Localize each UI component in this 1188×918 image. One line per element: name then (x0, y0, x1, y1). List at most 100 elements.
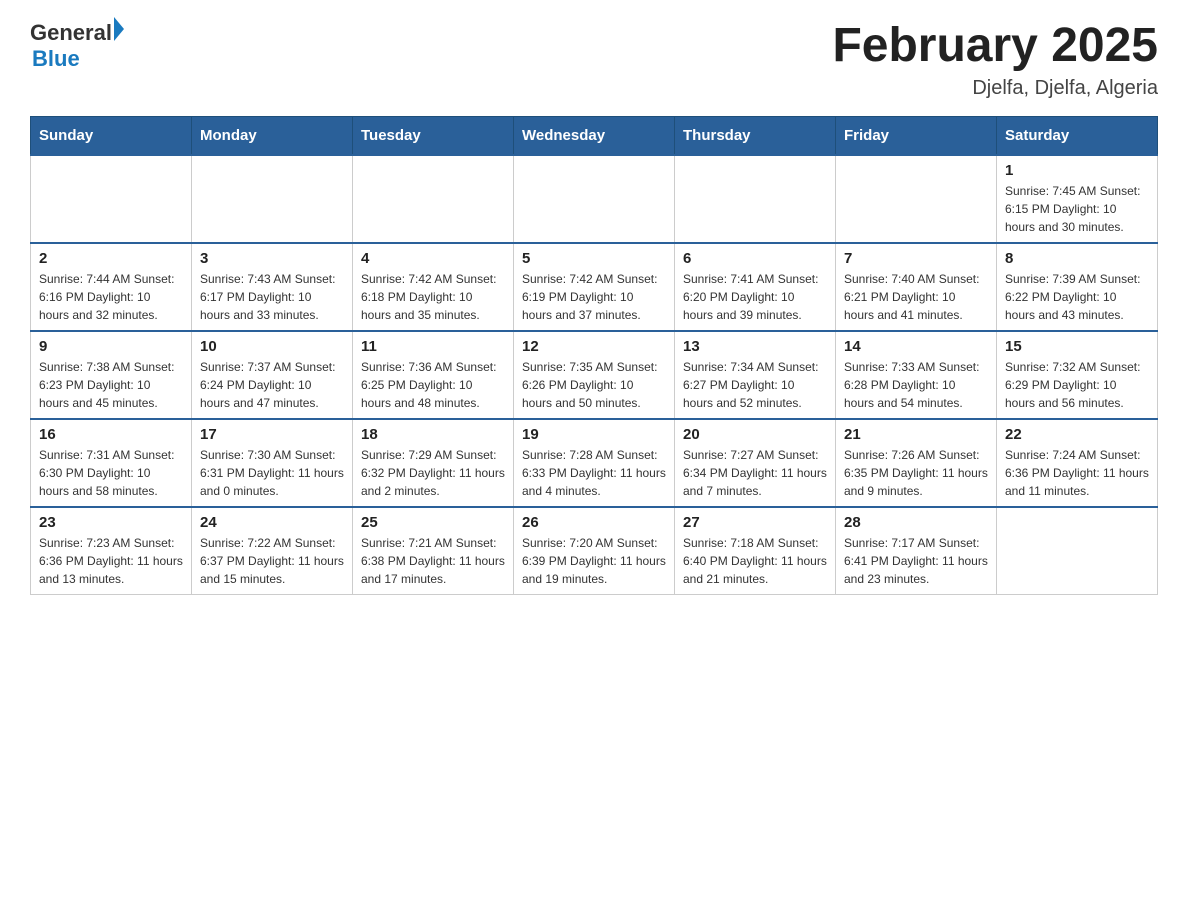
logo-general-text: General (30, 20, 112, 46)
logo-arrow-icon (114, 17, 124, 41)
calendar-cell (353, 155, 514, 243)
day-info: Sunrise: 7:34 AM Sunset: 6:27 PM Dayligh… (683, 358, 827, 412)
page-header: General Blue February 2025 Djelfa, Djelf… (30, 20, 1158, 100)
day-number: 19 (522, 426, 666, 443)
day-number: 14 (844, 338, 988, 355)
day-number: 15 (1005, 338, 1149, 355)
day-number: 26 (522, 514, 666, 531)
day-info: Sunrise: 7:40 AM Sunset: 6:21 PM Dayligh… (844, 270, 988, 324)
day-info: Sunrise: 7:38 AM Sunset: 6:23 PM Dayligh… (39, 358, 183, 412)
logo-blue-text: Blue (32, 46, 124, 72)
day-number: 18 (361, 426, 505, 443)
calendar-cell: 2 Sunrise: 7:44 AM Sunset: 6:16 PM Daylig… (31, 243, 192, 331)
day-info: Sunrise: 7:41 AM Sunset: 6:20 PM Dayligh… (683, 270, 827, 324)
calendar-cell: 19 Sunrise: 7:28 AM Sunset: 6:33 PM Dayli… (514, 419, 675, 507)
day-info: Sunrise: 7:35 AM Sunset: 6:26 PM Dayligh… (522, 358, 666, 412)
day-number: 25 (361, 514, 505, 531)
day-info: Sunrise: 7:36 AM Sunset: 6:25 PM Dayligh… (361, 358, 505, 412)
day-info: Sunrise: 7:20 AM Sunset: 6:39 PM Dayligh… (522, 534, 666, 588)
day-info: Sunrise: 7:29 AM Sunset: 6:32 PM Dayligh… (361, 446, 505, 500)
calendar-cell: 9 Sunrise: 7:38 AM Sunset: 6:23 PM Daylig… (31, 331, 192, 419)
calendar-cell (192, 155, 353, 243)
day-number: 21 (844, 426, 988, 443)
day-number: 8 (1005, 250, 1149, 267)
day-number: 24 (200, 514, 344, 531)
day-info: Sunrise: 7:28 AM Sunset: 6:33 PM Dayligh… (522, 446, 666, 500)
day-info: Sunrise: 7:30 AM Sunset: 6:31 PM Dayligh… (200, 446, 344, 500)
calendar-day-header: Sunday (31, 116, 192, 155)
calendar-day-header: Friday (836, 116, 997, 155)
calendar-cell: 1 Sunrise: 7:45 AM Sunset: 6:15 PM Daylig… (997, 155, 1158, 243)
calendar-cell: 21Sunrise: 7:26 AM Sunset: 6:35 PM Dayli… (836, 419, 997, 507)
calendar-day-header: Tuesday (353, 116, 514, 155)
day-info: Sunrise: 7:43 AM Sunset: 6:17 PM Dayligh… (200, 270, 344, 324)
day-number: 2 (39, 250, 183, 267)
calendar-cell: 23 Sunrise: 7:23 AM Sunset: 6:36 PM Dayli… (31, 507, 192, 595)
day-number: 6 (683, 250, 827, 267)
day-info: Sunrise: 7:23 AM Sunset: 6:36 PM Dayligh… (39, 534, 183, 588)
calendar-week-row: 2 Sunrise: 7:44 AM Sunset: 6:16 PM Daylig… (31, 243, 1158, 331)
day-info: Sunrise: 7:42 AM Sunset: 6:18 PM Dayligh… (361, 270, 505, 324)
calendar-cell: 28 Sunrise: 7:17 AM Sunset: 6:41 PM Dayli… (836, 507, 997, 595)
day-number: 10 (200, 338, 344, 355)
calendar-cell (836, 155, 997, 243)
day-number: 13 (683, 338, 827, 355)
calendar-day-header: Wednesday (514, 116, 675, 155)
day-info: Sunrise: 7:33 AM Sunset: 6:28 PM Dayligh… (844, 358, 988, 412)
calendar-cell: 3Sunrise: 7:43 AM Sunset: 6:17 PM Daylig… (192, 243, 353, 331)
calendar-week-row: 16Sunrise: 7:31 AM Sunset: 6:30 PM Dayli… (31, 419, 1158, 507)
day-info: Sunrise: 7:44 AM Sunset: 6:16 PM Dayligh… (39, 270, 183, 324)
calendar-cell: 25 Sunrise: 7:21 AM Sunset: 6:38 PM Dayli… (353, 507, 514, 595)
calendar-cell: 18 Sunrise: 7:29 AM Sunset: 6:32 PM Dayli… (353, 419, 514, 507)
day-info: Sunrise: 7:17 AM Sunset: 6:41 PM Dayligh… (844, 534, 988, 588)
calendar-cell: 5 Sunrise: 7:42 AM Sunset: 6:19 PM Daylig… (514, 243, 675, 331)
day-number: 5 (522, 250, 666, 267)
calendar-week-row: 9 Sunrise: 7:38 AM Sunset: 6:23 PM Daylig… (31, 331, 1158, 419)
day-info: Sunrise: 7:42 AM Sunset: 6:19 PM Dayligh… (522, 270, 666, 324)
calendar-cell: 26 Sunrise: 7:20 AM Sunset: 6:39 PM Dayli… (514, 507, 675, 595)
calendar-cell (675, 155, 836, 243)
day-info: Sunrise: 7:22 AM Sunset: 6:37 PM Dayligh… (200, 534, 344, 588)
title-block: February 2025 Djelfa, Djelfa, Algeria (832, 20, 1158, 100)
day-number: 4 (361, 250, 505, 267)
day-info: Sunrise: 7:24 AM Sunset: 6:36 PM Dayligh… (1005, 446, 1149, 500)
day-info: Sunrise: 7:45 AM Sunset: 6:15 PM Dayligh… (1005, 182, 1149, 236)
day-number: 7 (844, 250, 988, 267)
day-info: Sunrise: 7:32 AM Sunset: 6:29 PM Dayligh… (1005, 358, 1149, 412)
calendar-cell (997, 507, 1158, 595)
day-number: 22 (1005, 426, 1149, 443)
day-number: 12 (522, 338, 666, 355)
calendar-cell: 20 Sunrise: 7:27 AM Sunset: 6:34 PM Dayli… (675, 419, 836, 507)
day-info: Sunrise: 7:18 AM Sunset: 6:40 PM Dayligh… (683, 534, 827, 588)
calendar-table: SundayMondayTuesdayWednesdayThursdayFrid… (30, 116, 1158, 595)
day-number: 27 (683, 514, 827, 531)
calendar-cell: 4 Sunrise: 7:42 AM Sunset: 6:18 PM Daylig… (353, 243, 514, 331)
logo: General Blue (30, 20, 124, 72)
calendar-cell: 10Sunrise: 7:37 AM Sunset: 6:24 PM Dayli… (192, 331, 353, 419)
calendar-cell: 7 Sunrise: 7:40 AM Sunset: 6:21 PM Daylig… (836, 243, 997, 331)
calendar-cell: 11Sunrise: 7:36 AM Sunset: 6:25 PM Dayli… (353, 331, 514, 419)
day-number: 20 (683, 426, 827, 443)
day-number: 1 (1005, 162, 1149, 179)
calendar-week-row: 23 Sunrise: 7:23 AM Sunset: 6:36 PM Dayli… (31, 507, 1158, 595)
day-info: Sunrise: 7:21 AM Sunset: 6:38 PM Dayligh… (361, 534, 505, 588)
calendar-cell: 8 Sunrise: 7:39 AM Sunset: 6:22 PM Daylig… (997, 243, 1158, 331)
calendar-cell: 12 Sunrise: 7:35 AM Sunset: 6:26 PM Dayli… (514, 331, 675, 419)
calendar-day-header: Monday (192, 116, 353, 155)
day-number: 9 (39, 338, 183, 355)
calendar-cell: 27 Sunrise: 7:18 AM Sunset: 6:40 PM Dayli… (675, 507, 836, 595)
month-title: February 2025 (832, 20, 1158, 73)
calendar-day-header: Thursday (675, 116, 836, 155)
calendar-cell (31, 155, 192, 243)
day-number: 28 (844, 514, 988, 531)
day-number: 23 (39, 514, 183, 531)
day-info: Sunrise: 7:27 AM Sunset: 6:34 PM Dayligh… (683, 446, 827, 500)
calendar-cell: 6 Sunrise: 7:41 AM Sunset: 6:20 PM Daylig… (675, 243, 836, 331)
calendar-cell (514, 155, 675, 243)
calendar-header-row: SundayMondayTuesdayWednesdayThursdayFrid… (31, 116, 1158, 155)
day-info: Sunrise: 7:39 AM Sunset: 6:22 PM Dayligh… (1005, 270, 1149, 324)
calendar-cell: 13 Sunrise: 7:34 AM Sunset: 6:27 PM Dayli… (675, 331, 836, 419)
calendar-cell: 22 Sunrise: 7:24 AM Sunset: 6:36 PM Dayli… (997, 419, 1158, 507)
calendar-cell: 17Sunrise: 7:30 AM Sunset: 6:31 PM Dayli… (192, 419, 353, 507)
calendar-cell: 16Sunrise: 7:31 AM Sunset: 6:30 PM Dayli… (31, 419, 192, 507)
